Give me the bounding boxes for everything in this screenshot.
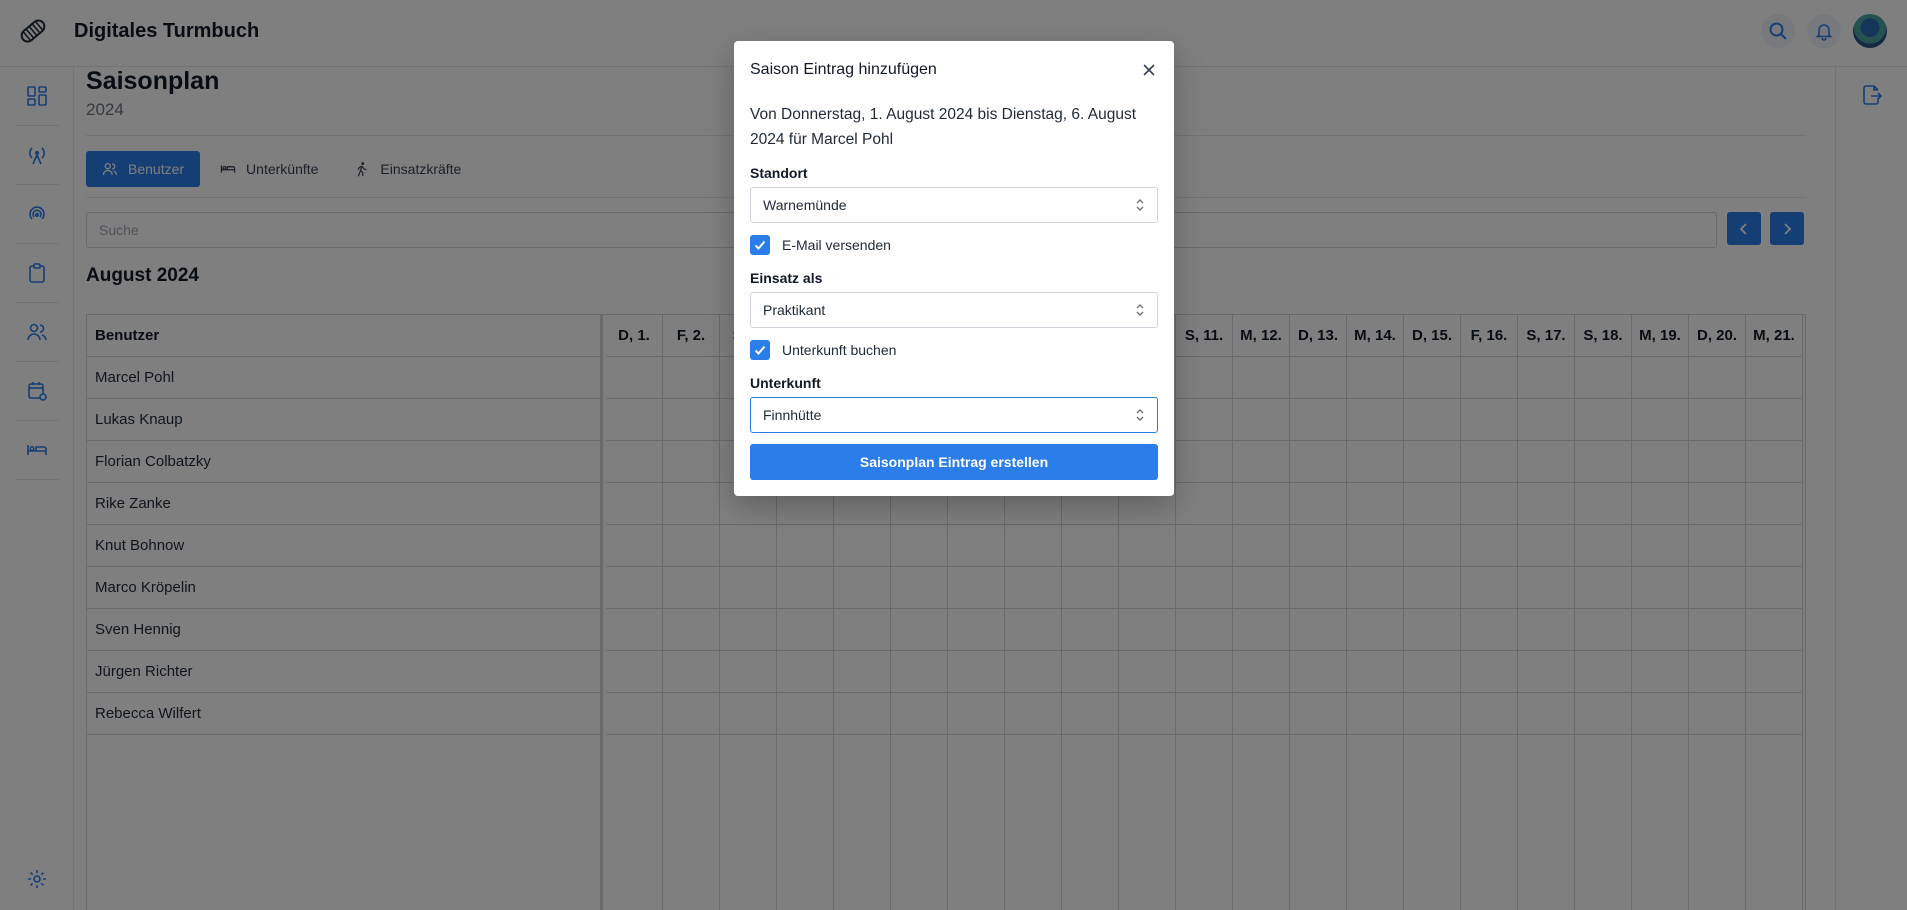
standort-value: Warnemünde <box>763 197 847 213</box>
close-button[interactable] <box>1138 59 1160 81</box>
einsatz-value: Praktikant <box>763 302 826 318</box>
checkmark-icon <box>754 240 766 250</box>
add-season-entry-modal: Saison Eintrag hinzufügen Von Donnerstag… <box>734 41 1174 496</box>
modal-description: Von Donnerstag, 1. August 2024 bis Diens… <box>750 106 1137 148</box>
email-checkbox-row[interactable]: E-Mail versenden <box>750 235 891 255</box>
email-checkbox[interactable] <box>750 235 770 255</box>
standort-select[interactable]: Warnemünde <box>750 187 1158 223</box>
email-label: E-Mail versenden <box>782 237 891 253</box>
unterkunft-check-label: Unterkunft buchen <box>782 342 897 358</box>
close-icon <box>1143 64 1155 76</box>
checkmark-icon <box>754 345 766 355</box>
unterkunft-label: Unterkunft <box>750 375 821 391</box>
einsatz-label: Einsatz als <box>750 270 823 286</box>
unterkunft-checkbox-row[interactable]: Unterkunft buchen <box>750 340 896 360</box>
unterkunft-value: Finnhütte <box>763 407 822 423</box>
chevron-up-down-icon <box>1136 199 1144 211</box>
chevron-up-down-icon <box>1136 409 1144 421</box>
modal-title: Saison Eintrag hinzufügen <box>750 61 937 78</box>
standort-label: Standort <box>750 165 808 181</box>
unterkunft-checkbox[interactable] <box>750 340 770 360</box>
einsatz-select[interactable]: Praktikant <box>750 292 1158 328</box>
unterkunft-select[interactable]: Finnhütte <box>750 397 1158 433</box>
create-entry-button[interactable]: Saisonplan Eintrag erstellen <box>750 444 1158 480</box>
chevron-up-down-icon <box>1136 304 1144 316</box>
